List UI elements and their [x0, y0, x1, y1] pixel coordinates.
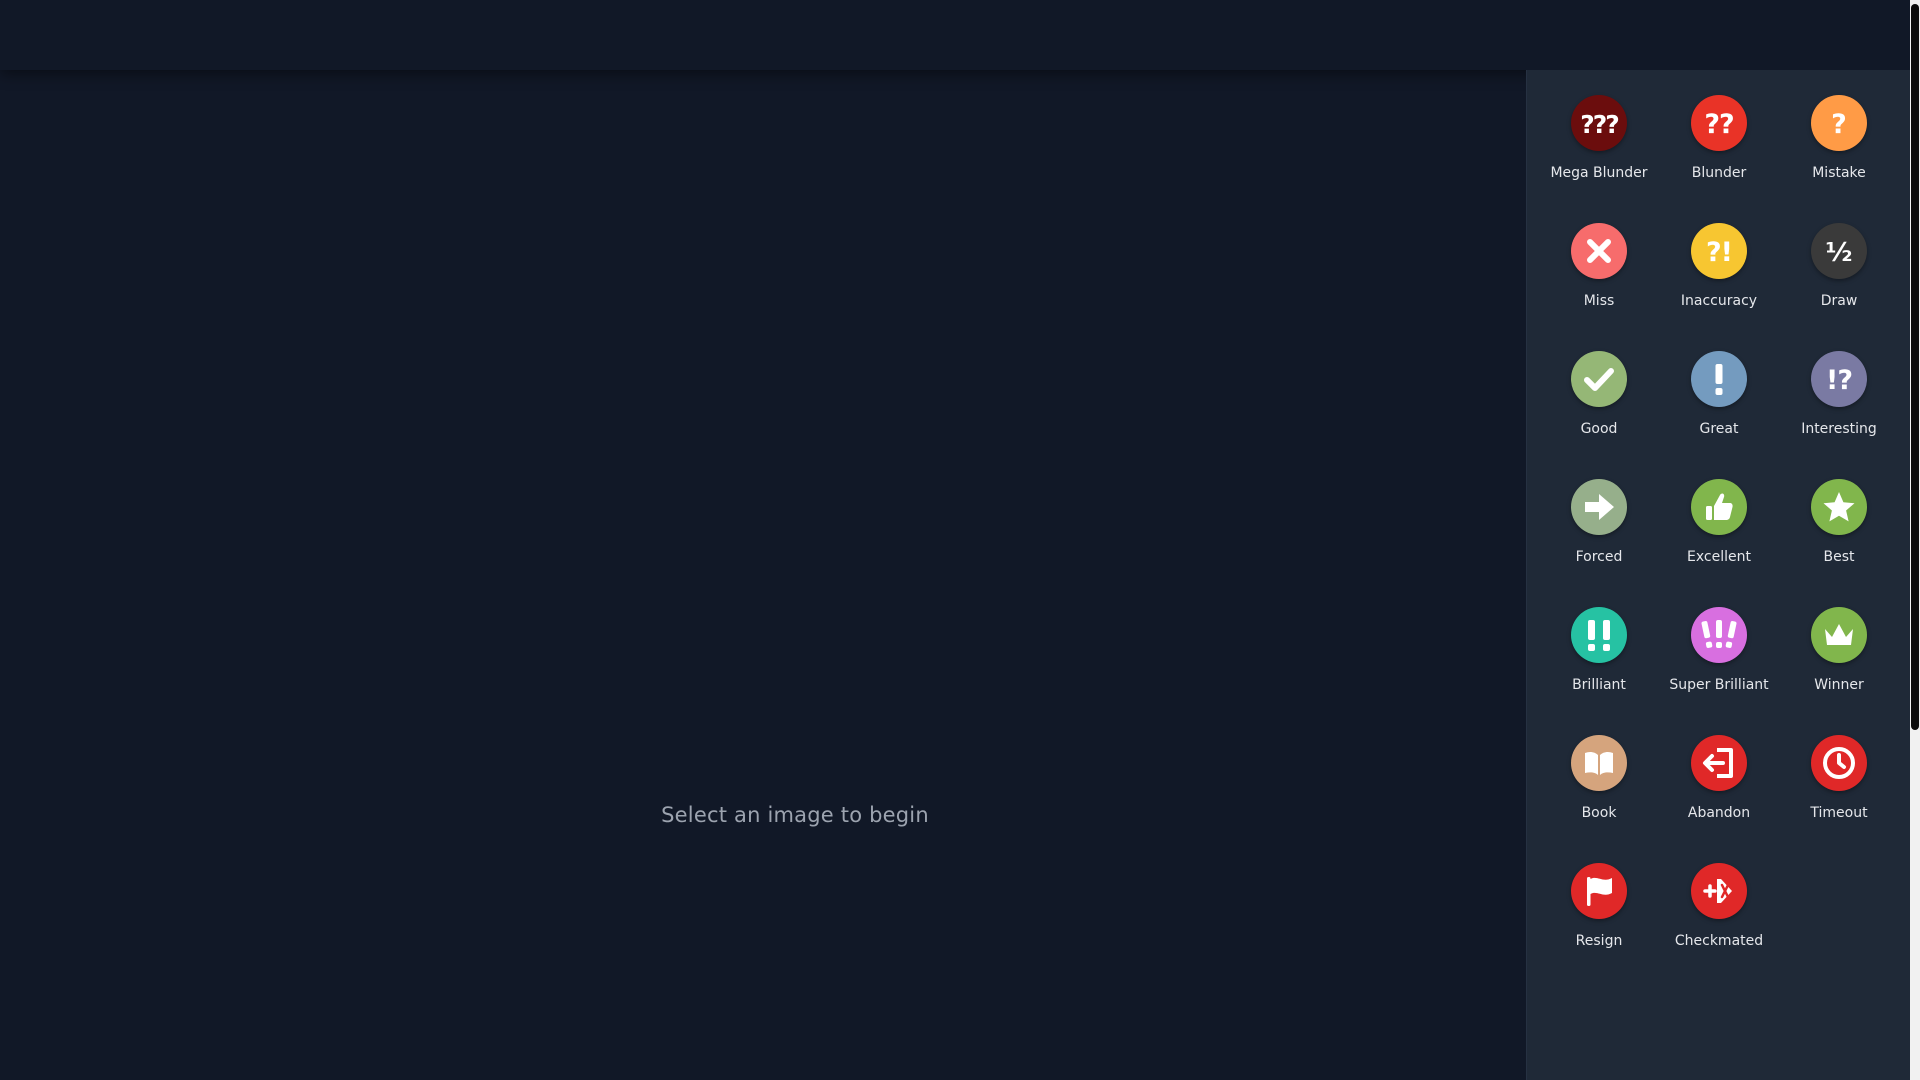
exclamation-question-icon: !? [1811, 351, 1867, 407]
svg-text:½: ½ [1826, 238, 1853, 268]
classification-label: Resign [1575, 933, 1623, 949]
svg-text:?: ? [1831, 109, 1847, 140]
x-icon [1571, 223, 1627, 279]
classification-item-best[interactable]: Best [1779, 479, 1899, 607]
classification-item-miss[interactable]: Miss [1539, 223, 1659, 351]
triple-exclamation-icon [1691, 607, 1747, 663]
classification-label: Great [1699, 421, 1739, 437]
classification-label: Mega Blunder [1550, 165, 1648, 181]
classification-item-blunder[interactable]: ?? Blunder [1659, 95, 1779, 223]
app-window: Select an image to begin ??? Mega Blunder… [0, 0, 1920, 1080]
half-icon: ½ [1811, 223, 1867, 279]
exit-icon [1691, 735, 1747, 791]
classification-item-super-brilliant[interactable]: Super Brilliant [1659, 607, 1779, 735]
classification-label: Miss [1583, 293, 1615, 309]
scrollbar-thumb[interactable] [1911, 4, 1919, 730]
check-icon [1571, 351, 1627, 407]
classification-label: Book [1581, 805, 1617, 821]
double-exclamation-icon [1571, 607, 1627, 663]
classification-label: Blunder [1691, 165, 1747, 181]
flag-icon [1571, 863, 1627, 919]
classification-item-winner[interactable]: Winner [1779, 607, 1899, 735]
classification-label: Inaccuracy [1680, 293, 1758, 309]
classification-item-brilliant[interactable]: Brilliant [1539, 607, 1659, 735]
svg-text:!?: !? [1826, 365, 1852, 396]
svg-text:???: ??? [1580, 110, 1618, 139]
classification-label: Brilliant [1572, 677, 1626, 693]
classification-item-resign[interactable]: Resign [1539, 863, 1659, 991]
classification-label: Best [1823, 549, 1855, 565]
crown-icon [1811, 607, 1867, 663]
classification-label: Mistake [1812, 165, 1866, 181]
clock-icon [1811, 735, 1867, 791]
classification-panel: ??? Mega Blunder?? Blunder? Mistake Miss?! In… [1526, 70, 1910, 1080]
classification-item-great[interactable]: Great [1659, 351, 1779, 479]
classification-item-timeout[interactable]: Timeout [1779, 735, 1899, 863]
question-icon: ? [1811, 95, 1867, 151]
classification-label: Excellent [1687, 549, 1751, 565]
classification-item-mega-blunder[interactable]: ??? Mega Blunder [1539, 95, 1659, 223]
classification-item-checkmated[interactable]: Checkmated [1659, 863, 1779, 991]
top-bar [0, 0, 1910, 70]
classification-item-inaccuracy[interactable]: ?! Inaccuracy [1659, 223, 1779, 351]
classification-label: Good [1580, 421, 1618, 437]
double-question-icon: ?? [1691, 95, 1747, 151]
exclamation-icon [1691, 351, 1747, 407]
thumbs-up-icon [1691, 479, 1747, 535]
svg-text:??: ?? [1704, 109, 1733, 140]
classification-label: Timeout [1810, 805, 1868, 821]
checkmated-icon [1691, 863, 1747, 919]
book-icon [1571, 735, 1627, 791]
triple-question-icon: ??? [1571, 95, 1627, 151]
classification-label: Super Brilliant [1669, 677, 1769, 693]
classification-label: Forced [1575, 549, 1623, 565]
classification-label: Interesting [1801, 421, 1877, 437]
image-canvas-area [0, 70, 1526, 1080]
classification-label: Winner [1814, 677, 1864, 693]
classification-label: Abandon [1687, 805, 1751, 821]
classification-item-draw[interactable]: ½ Draw [1779, 223, 1899, 351]
classification-label: Draw [1820, 293, 1858, 309]
classification-item-mistake[interactable]: ? Mistake [1779, 95, 1899, 223]
question-exclamation-icon: ?! [1691, 223, 1747, 279]
classification-item-excellent[interactable]: Excellent [1659, 479, 1779, 607]
svg-text:?!: ?! [1706, 237, 1732, 268]
classification-label: Checkmated [1674, 933, 1764, 949]
classification-item-abandon[interactable]: Abandon [1659, 735, 1779, 863]
empty-state-message: Select an image to begin [661, 803, 929, 827]
classification-grid: ??? Mega Blunder?? Blunder? Mistake Miss?! In… [1527, 70, 1911, 991]
arrow-right-icon [1571, 479, 1627, 535]
classification-item-good[interactable]: Good [1539, 351, 1659, 479]
classification-item-forced[interactable]: Forced [1539, 479, 1659, 607]
classification-item-book[interactable]: Book [1539, 735, 1659, 863]
star-icon [1811, 479, 1867, 535]
classification-item-interesting[interactable]: !? Interesting [1779, 351, 1899, 479]
